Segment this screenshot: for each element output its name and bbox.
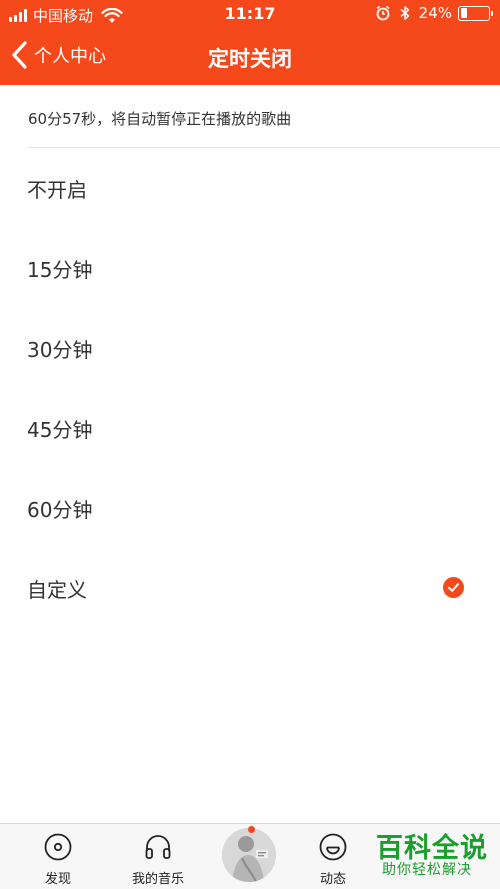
notification-dot bbox=[248, 826, 255, 833]
tab-label: 动态 bbox=[319, 872, 346, 887]
option-label: 30分钟 bbox=[27, 338, 93, 362]
tab-feed[interactable]: 动态 bbox=[283, 824, 383, 889]
now-playing-button[interactable] bbox=[222, 828, 276, 882]
tab-label: 发现 bbox=[44, 872, 71, 887]
status-bar-right: 24% bbox=[375, 4, 493, 22]
back-button[interactable]: 个人中心 bbox=[10, 40, 106, 70]
battery-percent: 24% bbox=[418, 4, 452, 22]
alarm-icon bbox=[376, 5, 390, 21]
battery-icon bbox=[458, 5, 493, 21]
timer-info: 60分57秒，将自动暂停正在播放的歌曲 bbox=[0, 85, 500, 148]
option-label: 不开启 bbox=[27, 178, 87, 202]
option-label: 自定义 bbox=[27, 578, 87, 602]
watermark: 百科全说 助你轻松解决 bbox=[372, 826, 492, 886]
battery-level bbox=[460, 8, 467, 18]
header: 中国移动 11:17 24% 个人中心 定时关闭 bbox=[0, 0, 500, 85]
option-15-min[interactable]: 15分钟 bbox=[0, 228, 500, 308]
disc-icon bbox=[44, 833, 72, 861]
checkmark-icon bbox=[443, 577, 464, 598]
nav-bar: 个人中心 定时关闭 bbox=[0, 28, 500, 85]
check-glyph bbox=[448, 583, 459, 592]
chevron-left-icon bbox=[12, 41, 27, 69]
timer-options-list: 不开启 15分钟 30分钟 45分钟 60分钟 自定义 bbox=[0, 148, 500, 628]
option-label: 60分钟 bbox=[27, 498, 93, 522]
back-label: 个人中心 bbox=[34, 46, 106, 67]
option-45-min[interactable]: 45分钟 bbox=[0, 388, 500, 468]
headphones-icon bbox=[145, 835, 171, 859]
smile-icon bbox=[319, 833, 347, 861]
option-label: 15分钟 bbox=[27, 258, 93, 282]
option-label: 45分钟 bbox=[27, 418, 93, 442]
album-art bbox=[222, 828, 276, 882]
option-custom[interactable]: 自定义 bbox=[0, 548, 500, 628]
option-60-min[interactable]: 60分钟 bbox=[0, 468, 500, 548]
tab-label: 我的音乐 bbox=[131, 872, 184, 887]
watermark-subtitle: 助你轻松解决 bbox=[382, 862, 472, 878]
option-30-min[interactable]: 30分钟 bbox=[0, 308, 500, 388]
option-off[interactable]: 不开启 bbox=[0, 148, 500, 228]
bluetooth-icon bbox=[400, 6, 409, 20]
status-bar: 中国移动 11:17 24% bbox=[0, 0, 500, 28]
tab-my-music[interactable]: 我的音乐 bbox=[108, 824, 208, 889]
tab-discover[interactable]: 发现 bbox=[8, 824, 108, 889]
countdown-text: 60分57秒，将自动暂停正在播放的歌曲 bbox=[28, 110, 292, 128]
